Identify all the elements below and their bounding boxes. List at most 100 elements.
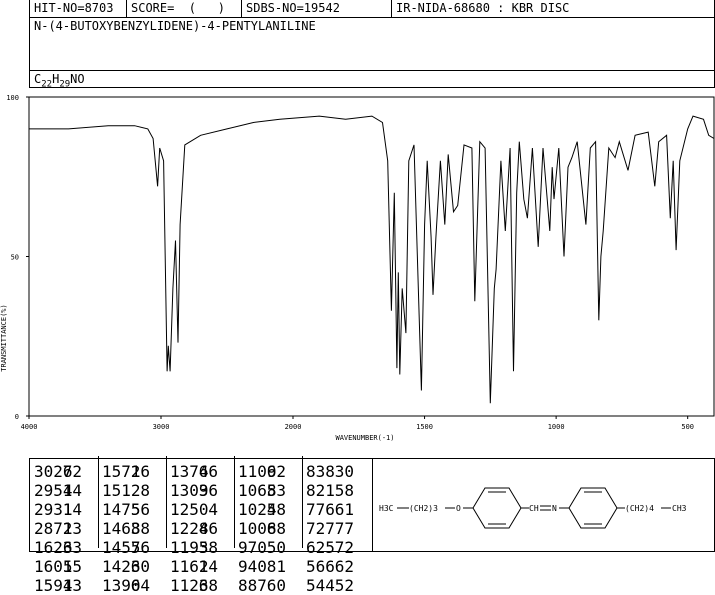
peak-wavenumber: 2954 — [34, 481, 73, 500]
method: IR-NIDA-68680 : KBR DISC — [396, 1, 570, 15]
spectrum-line — [29, 115, 715, 404]
peak-transmittance: 56 — [130, 500, 150, 519]
peak-table: 3026 72 2954 14 2931 14 2871 23 1626 33 1605 15 1594… — [29, 456, 373, 595]
peak-transmittance: 8 — [140, 481, 150, 500]
peak-transmittance: 4 — [208, 500, 218, 519]
peak-row: 1024 58 — [238, 500, 286, 519]
peak-transmittance: 62 — [266, 462, 286, 481]
peak-wavenumber: 1626 — [34, 538, 73, 557]
peak-row: 1594 13 — [34, 576, 82, 595]
column-divider — [302, 456, 303, 548]
peak-wavenumber: 1250 — [170, 500, 209, 519]
peak-row: 1109 62 — [238, 462, 286, 481]
peak-row: 1626 33 — [34, 538, 82, 557]
peak-row: 1605 15 — [34, 557, 82, 576]
hit-number: HIT-NO=8703 — [30, 0, 127, 17]
benzene-ring-left — [472, 487, 522, 529]
peak-row: 2871 23 — [34, 519, 82, 538]
peak-wavenumber: 887 — [238, 576, 267, 595]
peak-transmittance: 81 — [266, 557, 286, 576]
peak-wavenumber: 727 — [306, 519, 335, 538]
column-divider — [234, 456, 235, 548]
x-tick-label: 1500 — [416, 423, 433, 431]
x-tick-label: 1000 — [548, 423, 565, 431]
peak-row: 1468 38 — [102, 519, 150, 538]
peak-row: 821 58 — [306, 481, 354, 500]
peak-wavenumber: 1109 — [238, 462, 277, 481]
peak-row: 625 72 — [306, 538, 354, 557]
peak-row: 1068 53 — [238, 481, 286, 500]
y-axis-label: TRANSMITTANCE(%) — [0, 304, 8, 371]
peak-row: 1457 56 — [102, 538, 150, 557]
structure-diagram: H3C (CH2)3 O CH N (CH2)4 CH3 — [379, 487, 687, 529]
peak-row: 887 60 — [238, 576, 286, 595]
column-divider — [98, 456, 99, 548]
peak-transmittance: 64 — [130, 576, 150, 595]
benzene-ring-right — [568, 487, 618, 529]
peak-wavenumber: 1605 — [34, 557, 73, 576]
peak-transmittance: 13 — [62, 576, 82, 595]
peak-row: 970 50 — [238, 538, 286, 557]
peak-wavenumber: 544 — [306, 576, 335, 595]
peak-wavenumber: 776 — [306, 500, 335, 519]
peak-transmittance: 58 — [266, 500, 286, 519]
peak-wavenumber: 1068 — [238, 481, 277, 500]
peak-row: 1193 58 — [170, 538, 218, 557]
peak-column: 838 30 821 58 776 61 727 77 625 72 566 62 544 52 — [306, 462, 354, 595]
peak-wavenumber: 1594 — [34, 576, 73, 595]
peak-row: 838 30 — [306, 462, 354, 481]
peak-transmittance: 26 — [130, 462, 150, 481]
peak-row: 776 61 — [306, 500, 354, 519]
peak-transmittance: 68 — [198, 576, 218, 595]
peak-wavenumber: 1468 — [102, 519, 141, 538]
y-axis-ticks: 100 50 0 — [6, 94, 29, 421]
peak-wavenumber: 940 — [238, 557, 267, 576]
plot-frame — [28, 96, 715, 417]
y-tick-label: 0 — [15, 413, 19, 421]
peak-row: 1008 68 — [238, 519, 286, 538]
peak-column: 1109 62 1068 53 1024 58 1008 68 970 50 940 81 887 60 — [238, 462, 286, 595]
y-tick-label: 100 — [6, 94, 19, 102]
peak-wavenumber: 1423 — [102, 557, 141, 576]
peak-row: 1162 14 — [170, 557, 218, 576]
peak-transmittance: 14 — [198, 557, 218, 576]
peak-row: 2931 14 — [34, 500, 82, 519]
peak-transmittance: 58 — [334, 481, 354, 500]
peak-transmittance: 56 — [130, 538, 150, 557]
peak-transmittance: 66 — [198, 462, 218, 481]
x-tick-label: 4000 — [21, 423, 38, 431]
ir-spectrum-chart: 100500 4000 3000 2000 1500 1000 500 WAVENUMBE… — [0, 94, 715, 442]
peak-wavenumber: 1024 — [238, 500, 277, 519]
peak-transmittance: 60 — [266, 576, 286, 595]
peak-wavenumber: 970 — [238, 538, 267, 557]
peak-transmittance: 46 — [198, 519, 218, 538]
x-tick-label: 500 — [681, 423, 694, 431]
peak-column: 1374 66 1309 36 1250 4 1228 46 1193 58 1162 14 1123 6… — [170, 462, 218, 595]
peak-wavenumber: 1228 — [170, 519, 209, 538]
peak-transmittance: 62 — [334, 557, 354, 576]
peak-row: 1374 66 — [170, 462, 218, 481]
peak-wavenumber: 1475 — [102, 500, 141, 519]
peak-transmittance: 72 — [62, 462, 82, 481]
peak-row: 1571 26 — [102, 462, 150, 481]
peak-transmittance: 15 — [62, 557, 82, 576]
structure-methyl-right: CH3 — [672, 504, 687, 513]
formula-box: C22H29NO — [29, 70, 715, 89]
peak-transmittance: 50 — [266, 538, 286, 557]
structure-nitrogen: N — [552, 504, 557, 513]
structure-oxygen: O — [456, 504, 461, 513]
peak-transmittance: 33 — [62, 538, 82, 557]
peak-row: 1390 64 — [102, 576, 150, 595]
peak-wavenumber: 566 — [306, 557, 335, 576]
peak-wavenumber: 1571 — [102, 462, 141, 481]
peak-wavenumber: 1390 — [102, 576, 141, 595]
structure-methine: CH — [529, 504, 539, 513]
peak-transmittance: 58 — [198, 538, 218, 557]
peak-transmittance: 61 — [334, 500, 354, 519]
peak-row: 544 52 — [306, 576, 354, 595]
peak-transmittance: 72 — [334, 538, 354, 557]
column-divider — [166, 456, 167, 548]
header-bar: HIT-NO=8703 SCORE= ( ) SDBS-NO=19542 IR-… — [29, 0, 715, 18]
y-tick-label: 50 — [11, 254, 19, 262]
x-tick-label: 3000 — [153, 423, 170, 431]
